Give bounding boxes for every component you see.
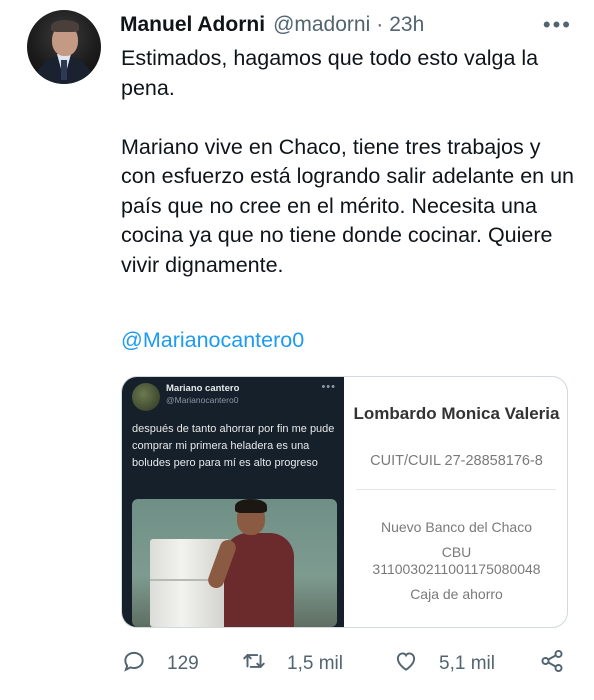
- tweet-header: Manuel Adorni @madorni · 23h •••: [120, 12, 574, 38]
- author-name[interactable]: Manuel Adorni: [120, 13, 265, 37]
- share-button[interactable]: [539, 648, 565, 680]
- cuit-number: CUIT/CUIL 27-28858176-8: [370, 453, 543, 469]
- reply-button[interactable]: 129: [121, 648, 199, 680]
- embedded-avatar: [132, 383, 160, 411]
- embedded-more-icon: •••: [321, 381, 336, 393]
- tweet-timestamp[interactable]: 23h: [389, 13, 424, 37]
- separator-dot: ·: [376, 13, 384, 36]
- reply-icon: [121, 648, 147, 680]
- tweet-actions: 129 1,5 mil 5,1 mil: [121, 648, 571, 678]
- account-holder: Lombardo Monica Valeria: [353, 404, 560, 423]
- retweet-icon: [241, 648, 267, 680]
- tweet-media[interactable]: Mariano cantero @Marianocantero0 ••• des…: [121, 376, 568, 628]
- avatar[interactable]: [27, 10, 101, 84]
- tweet-body: Estimados, hagamos que todo esto valga l…: [121, 46, 575, 277]
- share-icon: [539, 648, 565, 680]
- embedded-author-handle: @Marianocantero0: [166, 395, 239, 405]
- bank-name: Nuevo Banco del Chaco: [381, 519, 532, 535]
- cbu-label: CBU: [441, 544, 472, 560]
- embedded-tweet-screenshot: Mariano cantero @Marianocantero0 ••• des…: [122, 377, 344, 627]
- retweet-count: 1,5 mil: [287, 653, 343, 674]
- cbu-number: 3110030211001175080048: [372, 561, 541, 577]
- account-type: Caja de ahorro: [410, 586, 503, 602]
- bank-details-card: Lombardo Monica Valeria CUIT/CUIL 27-288…: [344, 377, 567, 627]
- embedded-photo: [132, 499, 337, 627]
- like-button[interactable]: 5,1 mil: [393, 648, 495, 680]
- mention-link[interactable]: @Marianocantero0: [121, 328, 304, 353]
- like-icon: [393, 648, 419, 680]
- retweet-button[interactable]: 1,5 mil: [241, 648, 343, 680]
- embedded-tweet-text: después de tanto ahorrar por fin me pude…: [132, 423, 335, 469]
- more-options-icon[interactable]: •••: [543, 12, 572, 38]
- author-handle[interactable]: @madorni: [273, 13, 370, 37]
- embedded-author-name: Mariano cantero: [166, 383, 240, 394]
- divider: [356, 489, 556, 490]
- reply-count: 129: [167, 653, 199, 674]
- like-count: 5,1 mil: [439, 653, 495, 674]
